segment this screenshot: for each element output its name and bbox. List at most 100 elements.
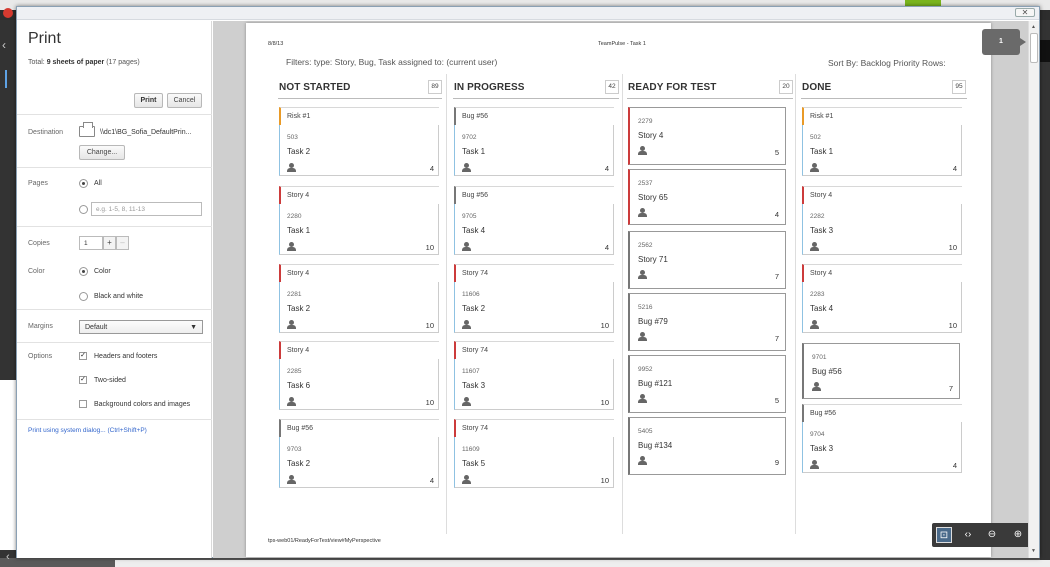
column-count-ready-for-test: 20 (779, 80, 793, 94)
fit-page-icon[interactable]: ⊡ (936, 527, 952, 543)
user-icon (462, 242, 471, 251)
pages-range-input[interactable]: e.g. 1-5, 8, 11-13 (91, 202, 202, 216)
card-points: 10 (425, 321, 434, 330)
copies-input[interactable]: 1 (79, 236, 103, 250)
two-sided-checkbox[interactable]: ✓ (79, 376, 87, 384)
card-body: 11609 Task 5 10 (454, 437, 614, 488)
card-body: 2283 Task 4 10 (802, 282, 962, 333)
cancel-button[interactable]: Cancel (167, 93, 202, 108)
bug-card: 9952 Bug #121 5 (628, 355, 786, 413)
task-card: Bug #56 9703 Task 2 4 (279, 419, 439, 488)
column-underline (453, 98, 619, 99)
pages-custom-radio[interactable] (79, 205, 88, 214)
headers-footers-checkbox[interactable]: ✓ (79, 352, 87, 360)
card-id: 9705 (462, 213, 477, 220)
color-radio[interactable] (79, 267, 88, 276)
task-card: Story 4 2281 Task 2 10 (279, 264, 439, 333)
card-body: 2282 Task 3 10 (802, 204, 962, 255)
card-name: Task 5 (462, 459, 486, 468)
card-id: 11607 (462, 368, 480, 375)
column-title-in-progress: IN PROGRESS (454, 82, 525, 93)
page-number-badge: 1 (982, 29, 1026, 55)
user-icon (638, 270, 647, 279)
system-dialog-link[interactable]: Print using system dialog... (Ctrl+Shift… (28, 427, 147, 434)
card-points: 4 (604, 164, 609, 173)
column-title-done: DONE (802, 82, 832, 93)
color-option-label: Color (94, 268, 111, 275)
column-count-in-progress: 42 (605, 80, 619, 94)
destination-value: \\dc1\BG_Sofia_DefaultPrin... (100, 129, 192, 136)
user-icon (810, 242, 819, 251)
user-icon (638, 208, 647, 217)
card-parent: Story 4 (279, 264, 439, 282)
card-name: Task 4 (810, 304, 834, 313)
zoom-in-icon[interactable]: ⊕ (1010, 527, 1026, 543)
card-body: 9702 Task 1 4 (454, 125, 614, 176)
card-points: 4 (429, 476, 434, 485)
card-id: 9702 (462, 134, 477, 141)
card-body: 11606 Task 2 10 (454, 282, 614, 333)
card-parent: Bug #56 (802, 404, 962, 422)
card-points: 4 (952, 164, 957, 173)
preview-scrollbar[interactable]: ▲ ▼ (1028, 21, 1039, 558)
card-name: Task 3 (462, 381, 486, 390)
user-icon (287, 242, 296, 251)
bug-card: 2562 Story 71 7 (628, 231, 786, 289)
headers-footers-label: Headers and footers (94, 353, 158, 360)
copies-decrement-button[interactable]: – (116, 236, 129, 250)
task-card: Bug #56 9704 Task 3 4 (802, 404, 962, 473)
task-card: Story 4 2280 Task 1 10 (279, 186, 439, 255)
divider (17, 309, 212, 310)
card-points: 10 (600, 476, 609, 485)
close-icon[interactable]: ✕ (1015, 8, 1035, 17)
print-button[interactable]: Print (134, 93, 163, 108)
user-icon (287, 475, 296, 484)
card-parent: Risk #1 (802, 107, 962, 125)
card-points: 7 (948, 384, 953, 393)
pages-label: Pages (28, 180, 48, 187)
card-body: 9705 Task 4 4 (454, 204, 614, 255)
card-parent: Story 4 (802, 264, 962, 282)
user-icon (287, 320, 296, 329)
zoom-out-icon[interactable]: ⊖ (984, 527, 1000, 543)
dropdown-arrow-icon: ▼ (190, 324, 197, 331)
background-graphics-checkbox[interactable] (79, 400, 87, 408)
card-id: 9701 (812, 354, 827, 361)
story-card: 2537 Story 65 4 (628, 169, 786, 225)
preview-page: 8/8/13 TeamPulse - Task 1 Filters: type:… (246, 23, 1036, 557)
background-left-content (0, 380, 16, 550)
card-points: 4 (429, 164, 434, 173)
fit-width-icon[interactable]: ‹› (960, 527, 976, 543)
user-icon (287, 397, 296, 406)
background-bottom-content (115, 560, 1050, 567)
divider (17, 167, 212, 168)
card-id: 2283 (810, 291, 825, 298)
card-body: 2281 Task 2 10 (279, 282, 439, 333)
column-count-not-started: 89 (428, 80, 442, 94)
user-icon (810, 163, 819, 172)
bug-card: 5216 Bug #79 7 (628, 293, 786, 351)
scroll-down-icon[interactable]: ▼ (1031, 548, 1036, 554)
card-name: Task 1 (462, 147, 486, 156)
page-header-date: 8/8/13 (268, 41, 284, 47)
card-body: 503 Task 2 4 (279, 125, 439, 176)
scrollbar-thumb[interactable] (1030, 33, 1038, 63)
margins-select[interactable]: Default ▼ (79, 320, 203, 334)
column-title-not-started: NOT STARTED (279, 82, 351, 93)
divider (17, 114, 212, 115)
task-card: Story 74 11609 Task 5 10 (454, 419, 614, 488)
copies-increment-button[interactable]: + (103, 236, 116, 250)
column-separator (446, 74, 447, 534)
black-white-radio[interactable] (79, 292, 88, 301)
card-body: 11607 Task 3 10 (454, 359, 614, 410)
card-body: 9704 Task 3 4 (802, 422, 962, 473)
chevron-left-icon: ‹ (6, 551, 10, 563)
pages-all-radio[interactable] (79, 179, 88, 188)
background-right-panel (1040, 20, 1050, 560)
card-points: 10 (948, 243, 957, 252)
card-id: 2282 (810, 213, 825, 220)
scroll-up-icon[interactable]: ▲ (1031, 24, 1036, 30)
change-destination-button[interactable]: Change... (79, 145, 125, 160)
card-name: Story 65 (638, 193, 668, 202)
bug-card: 9701 Bug #56 7 (802, 343, 960, 399)
